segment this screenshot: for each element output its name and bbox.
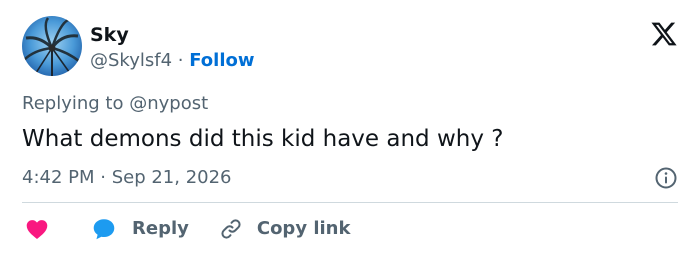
reply-label: Reply	[132, 218, 189, 239]
action-bar: Reply Copy link	[22, 214, 350, 244]
avatar[interactable]	[22, 16, 82, 76]
divider	[22, 202, 678, 203]
replying-to-line: Replying to @nypost	[22, 93, 208, 115]
copy-link-label: Copy link	[256, 218, 351, 239]
tweet-timestamp[interactable]: 4:42 PM · Sep 21, 2026	[22, 167, 232, 189]
tweet-text: What demons did this kid have and why ?	[22, 126, 504, 152]
replying-to-handle[interactable]: @nypost	[129, 93, 208, 114]
avatar-image	[22, 16, 82, 76]
link-icon	[221, 219, 241, 239]
author-display-name[interactable]: Sky	[90, 24, 255, 46]
tweet-header: Sky @Skylsf4 · Follow	[22, 16, 255, 76]
heart-icon	[26, 220, 48, 239]
reply-button[interactable]: Reply	[90, 216, 189, 242]
x-logo-icon[interactable]	[650, 20, 678, 48]
like-button[interactable]	[22, 216, 90, 242]
author-names: Sky @Skylsf4 · Follow	[90, 24, 255, 72]
replying-to-prefix: Replying to	[22, 93, 130, 114]
speech-bubble-icon	[93, 219, 115, 240]
handle-separator: ·	[177, 50, 184, 71]
copy-link-button[interactable]: Copy link	[219, 217, 351, 241]
tweet-card: Sky @Skylsf4 · Follow Replying to @nypos…	[0, 0, 700, 256]
info-icon[interactable]	[654, 166, 678, 190]
author-handle[interactable]: @Skylsf4	[90, 50, 172, 71]
author-handle-line: @Skylsf4 · Follow	[90, 50, 255, 72]
follow-button[interactable]: Follow	[189, 50, 254, 71]
